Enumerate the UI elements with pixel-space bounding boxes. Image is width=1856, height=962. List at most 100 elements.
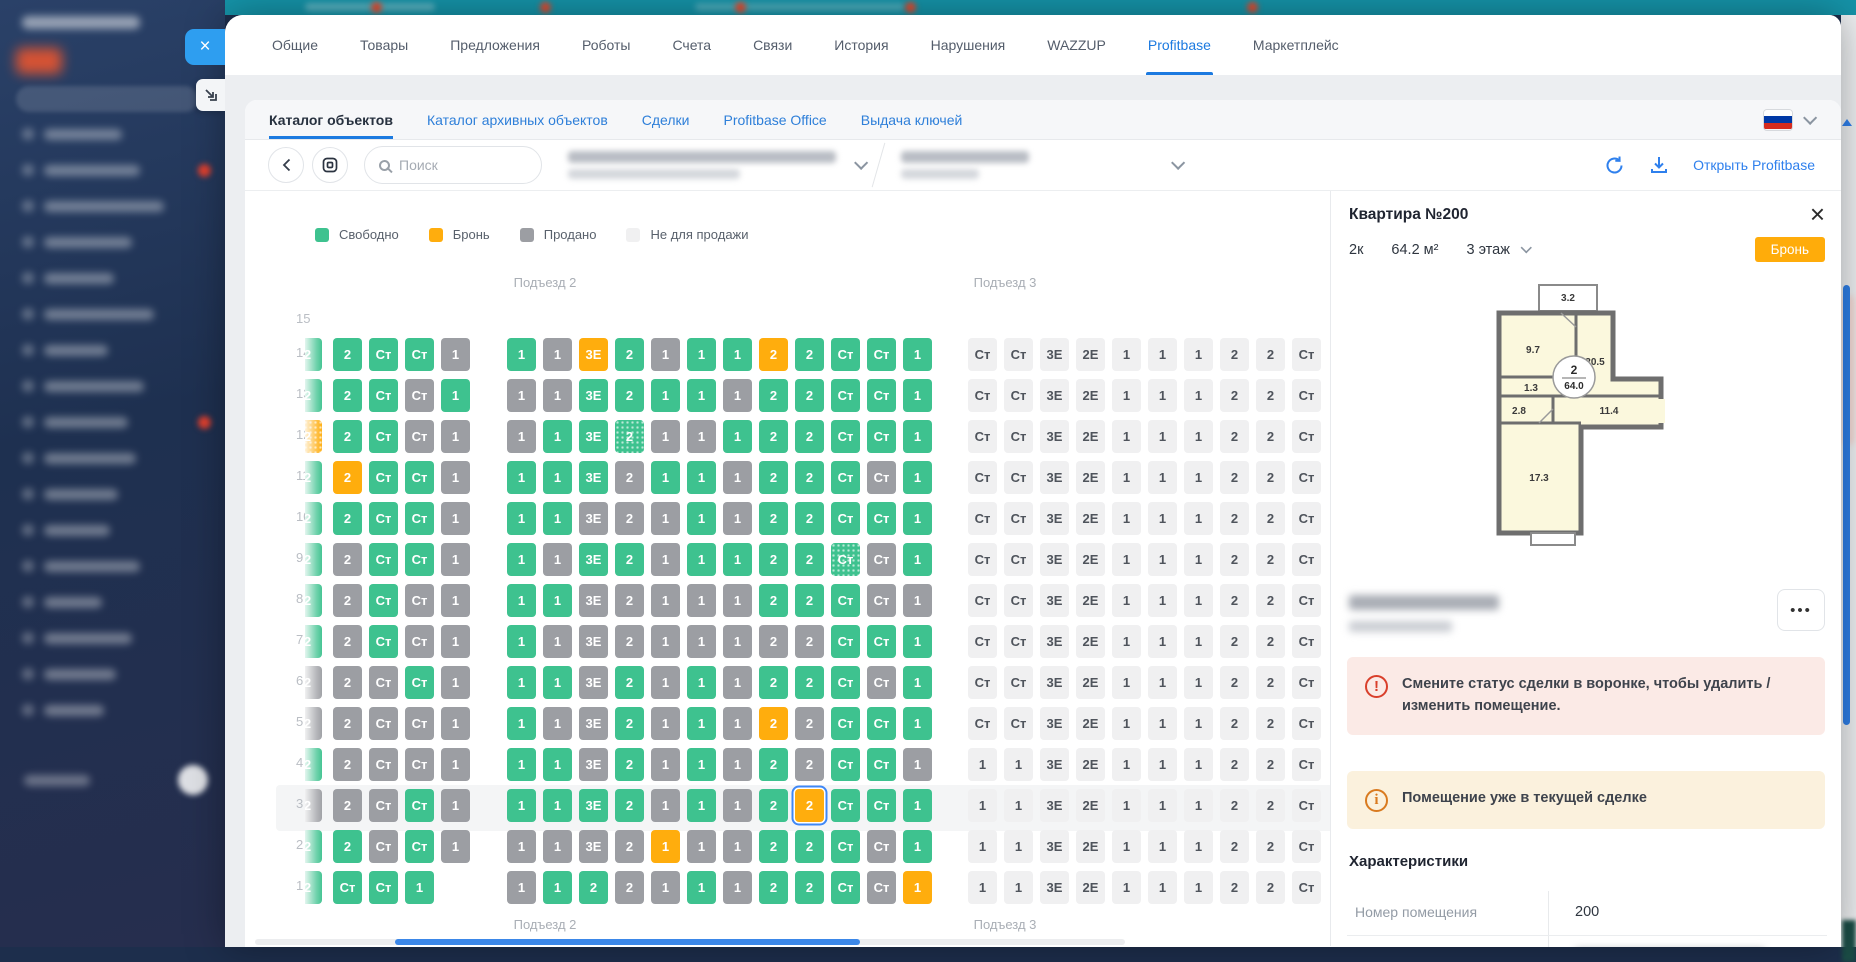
apartment-cell[interactable]: 1 — [1184, 666, 1213, 699]
apartment-cell[interactable]: Ст — [968, 584, 997, 617]
apartment-cell[interactable]: 1 — [723, 461, 752, 494]
apartment-cell[interactable]: 2 — [1256, 871, 1285, 904]
apartment-cell[interactable]: 3Е — [579, 420, 608, 453]
apartment-cell[interactable]: Ст — [831, 461, 860, 494]
apartment-cell[interactable]: 2 — [305, 707, 322, 740]
apartment-cell[interactable]: 1 — [441, 748, 470, 781]
apartment-cell[interactable]: 1 — [1148, 666, 1177, 699]
apartment-cell[interactable]: Ст — [867, 379, 896, 412]
apartment-cell[interactable]: 2 — [333, 584, 362, 617]
apartment-cell[interactable]: 1 — [903, 338, 932, 371]
apartment-cell[interactable]: 3Е — [579, 379, 608, 412]
apartment-cell[interactable]: 1 — [651, 830, 680, 863]
apartment-cell[interactable]: 2 — [759, 584, 788, 617]
apartment-cell[interactable]: 2Е — [1076, 379, 1105, 412]
apartment-cell[interactable]: 3Е — [579, 338, 608, 371]
crm-tab[interactable]: Роботы — [561, 15, 651, 75]
crm-tab[interactable]: Маркетплейс — [1232, 15, 1360, 75]
apartment-cell[interactable]: 1 — [687, 543, 716, 576]
apartment-cell[interactable]: Ст — [1292, 871, 1321, 904]
apartment-cell[interactable]: 2 — [795, 379, 824, 412]
apartment-cell[interactable]: 1 — [1184, 748, 1213, 781]
apartment-cell[interactable]: Ст — [1004, 420, 1033, 453]
apartment-cell[interactable]: 1 — [1184, 625, 1213, 658]
apartment-cell[interactable]: 3Е — [579, 461, 608, 494]
apartment-cell[interactable]: 1 — [1148, 830, 1177, 863]
apartment-cell[interactable]: 1 — [687, 789, 716, 822]
apartment-cell[interactable]: 2 — [615, 420, 644, 453]
vertical-scrollbar[interactable] — [1843, 285, 1850, 725]
apartment-cell[interactable]: 1 — [1004, 789, 1033, 822]
apartment-cell[interactable]: 2 — [615, 707, 644, 740]
apartment-cell[interactable]: 1 — [687, 625, 716, 658]
apartment-cell[interactable]: Ст — [1004, 379, 1033, 412]
apartment-cell[interactable]: 2 — [1256, 625, 1285, 658]
apartment-cell[interactable]: Ст — [405, 584, 434, 617]
apartment-cell[interactable]: 1 — [687, 338, 716, 371]
apartment-cell[interactable]: 2 — [795, 707, 824, 740]
slider-dock-button[interactable] — [196, 79, 225, 111]
apartment-cell[interactable]: 1 — [651, 625, 680, 658]
apartment-cell[interactable]: 1 — [441, 625, 470, 658]
apartment-cell[interactable]: 2 — [1220, 584, 1249, 617]
apartment-cell[interactable]: 3Е — [1040, 666, 1069, 699]
apartment-cell[interactable]: 1 — [687, 461, 716, 494]
apartment-cell[interactable]: 2 — [305, 789, 322, 822]
apartment-cell[interactable]: Ст — [867, 748, 896, 781]
apartment-cell[interactable]: Ст — [369, 789, 398, 822]
apartment-cell[interactable]: 1 — [543, 584, 572, 617]
apartment-cell[interactable]: 1 — [543, 420, 572, 453]
apartment-cell[interactable]: 2 — [333, 379, 362, 412]
apartment-cell[interactable]: Ст — [405, 379, 434, 412]
apartment-cell[interactable]: 2 — [1220, 338, 1249, 371]
apartment-cell[interactable]: 1 — [903, 461, 932, 494]
apartment-cell[interactable]: 1 — [507, 379, 536, 412]
apartment-cell[interactable]: 1 — [687, 830, 716, 863]
apartment-cell[interactable]: 2Е — [1076, 584, 1105, 617]
apartment-cell[interactable]: 1 — [651, 379, 680, 412]
apartment-cell[interactable]: 2 — [615, 543, 644, 576]
apartment-cell[interactable]: 2 — [1220, 625, 1249, 658]
apartment-cell[interactable]: 1 — [507, 830, 536, 863]
apartment-cell[interactable]: Ст — [831, 666, 860, 699]
apartment-cell[interactable]: 2 — [305, 461, 322, 494]
apartment-cell[interactable]: Ст — [867, 789, 896, 822]
apartment-cell[interactable]: 1 — [651, 666, 680, 699]
apartment-cell[interactable]: 2 — [333, 748, 362, 781]
apartment-cell[interactable]: 1 — [1112, 543, 1141, 576]
catalog-subtab[interactable]: Profitbase Office — [723, 100, 826, 139]
apartment-cell[interactable]: 2 — [615, 830, 644, 863]
apartment-cell[interactable]: Ст — [1292, 502, 1321, 535]
apartment-cell[interactable]: Ст — [968, 666, 997, 699]
apartment-cell[interactable]: 1 — [543, 379, 572, 412]
apartment-cell[interactable]: 1 — [1112, 420, 1141, 453]
apartment-cell[interactable]: 1 — [1184, 461, 1213, 494]
apartment-cell[interactable]: 3Е — [579, 666, 608, 699]
apartment-cell[interactable]: 2 — [305, 666, 322, 699]
apartment-cell[interactable]: 3Е — [579, 707, 608, 740]
apartment-cell[interactable]: 2Е — [1076, 666, 1105, 699]
apartment-cell[interactable]: 2 — [305, 379, 322, 412]
apartment-cell[interactable]: 2 — [615, 666, 644, 699]
apartment-cell[interactable]: 2 — [1256, 584, 1285, 617]
apartment-cell[interactable]: 2Е — [1076, 461, 1105, 494]
apartment-cell[interactable]: Ст — [831, 789, 860, 822]
apartment-cell[interactable]: 2Е — [1076, 338, 1105, 371]
apartment-cell[interactable]: 2Е — [1076, 625, 1105, 658]
apartment-cell[interactable]: 1 — [1004, 748, 1033, 781]
apartment-cell[interactable]: 1 — [723, 379, 752, 412]
apartment-cell[interactable]: 1 — [903, 420, 932, 453]
apartment-cell[interactable]: 2 — [615, 625, 644, 658]
apartment-cell[interactable]: 3Е — [579, 748, 608, 781]
apartment-cell[interactable]: Ст — [369, 748, 398, 781]
apartment-cell[interactable]: 3Е — [1040, 748, 1069, 781]
apartment-cell[interactable]: 1 — [723, 871, 752, 904]
apartment-cell[interactable]: 2 — [305, 625, 322, 658]
catalog-subtab[interactable]: Сделки — [642, 100, 690, 139]
apartment-cell[interactable]: Ст — [369, 830, 398, 863]
apartment-cell[interactable]: 2 — [1220, 871, 1249, 904]
apartment-cell[interactable]: 1 — [651, 502, 680, 535]
apartment-cell[interactable]: Ст — [1292, 461, 1321, 494]
apartment-cell[interactable]: Ст — [1004, 666, 1033, 699]
apartment-cell[interactable]: 2 — [1220, 789, 1249, 822]
